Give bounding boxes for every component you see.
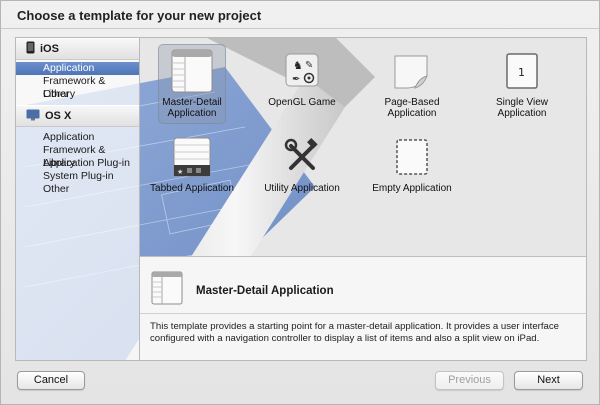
previous-button[interactable]: Previous (435, 371, 504, 390)
template-label-line1: Page-Based (384, 97, 440, 108)
template-grid: Master-Detail Application ♞ ✎ ✒ OpenGL G… (140, 38, 586, 256)
template-label-line1: Tabbed Application (150, 183, 234, 194)
sidebar-item-ios-application[interactable]: Application (16, 62, 139, 75)
svg-text:✎: ✎ (305, 60, 313, 71)
master-detail-icon (169, 48, 215, 94)
window-title: Choose a template for your new project (17, 8, 262, 23)
svg-text:✒: ✒ (292, 74, 300, 85)
template-label-line1: Empty Application (372, 183, 452, 194)
description-divider (140, 313, 586, 314)
sidebar-section-label: OS X (45, 110, 72, 122)
template-empty-application[interactable]: Empty Application (368, 130, 456, 208)
cancel-button[interactable]: Cancel (17, 371, 85, 390)
osx-icon (26, 109, 40, 124)
sidebar-item-osx-system-plugin[interactable]: System Plug-in (16, 170, 139, 183)
iphone-icon (26, 41, 35, 57)
template-label-line2: Application (497, 108, 547, 119)
utility-app-icon (279, 134, 325, 180)
sidebar-item-osx-application-plugin[interactable]: Application Plug-in (16, 157, 139, 170)
template-label-line1: OpenGL Game (268, 97, 336, 108)
sidebar-section-ios[interactable]: iOS (16, 38, 139, 60)
template-label-line1: Single View (495, 97, 549, 108)
template-label-line2: Application (167, 108, 217, 119)
new-project-window: Choose a template for your new project i… (0, 0, 600, 405)
template-label-line2: Application (387, 108, 437, 119)
opengl-game-icon: ♞ ✎ ✒ (279, 48, 325, 94)
title-bar: Choose a template for your new project (1, 1, 599, 29)
template-single-view[interactable]: 1 Single View Application (478, 44, 566, 122)
template-opengl-game[interactable]: ♞ ✎ ✒ OpenGL Game (258, 44, 346, 122)
template-category-sidebar: iOS Application Framework & Library Othe… (15, 37, 139, 361)
next-button[interactable]: Next (514, 371, 583, 390)
page-based-icon (389, 48, 435, 94)
sidebar-item-osx-other[interactable]: Other (16, 183, 139, 196)
sidebar-item-osx-framework-library[interactable]: Framework & Library (16, 144, 139, 169)
template-description-panel: Master-Detail Application This template … (140, 256, 586, 360)
template-master-detail[interactable]: Master-Detail Application (148, 44, 236, 124)
empty-app-icon (389, 134, 435, 180)
single-view-page-number: 1 (518, 66, 525, 79)
sidebar-item-osx-application[interactable]: Application (16, 131, 139, 144)
sidebar-item-ios-other[interactable]: Other (16, 88, 139, 101)
master-detail-icon (150, 271, 184, 305)
single-view-icon: 1 (499, 48, 545, 94)
template-content-panel: Master-Detail Application ♞ ✎ ✒ OpenGL G… (139, 37, 587, 361)
template-tabbed-application[interactable]: ★ Tabbed Application (148, 130, 236, 208)
template-label-line1: Master-Detail (162, 97, 222, 108)
template-page-based[interactable]: Page-Based Application (368, 44, 456, 122)
sidebar-section-osx[interactable]: OS X (16, 105, 139, 127)
template-label-line1: Utility Application (264, 183, 340, 194)
template-utility-application[interactable]: Utility Application (258, 130, 346, 208)
description-title: Master-Detail Application (196, 285, 334, 297)
tabbed-app-icon: ★ (169, 134, 215, 180)
svg-text:★: ★ (177, 168, 183, 176)
sidebar-section-label: iOS (40, 43, 59, 55)
description-text: This template provides a starting point … (150, 321, 560, 344)
svg-text:♞: ♞ (293, 59, 303, 72)
sidebar-item-ios-framework-library[interactable]: Framework & Library (16, 75, 139, 100)
